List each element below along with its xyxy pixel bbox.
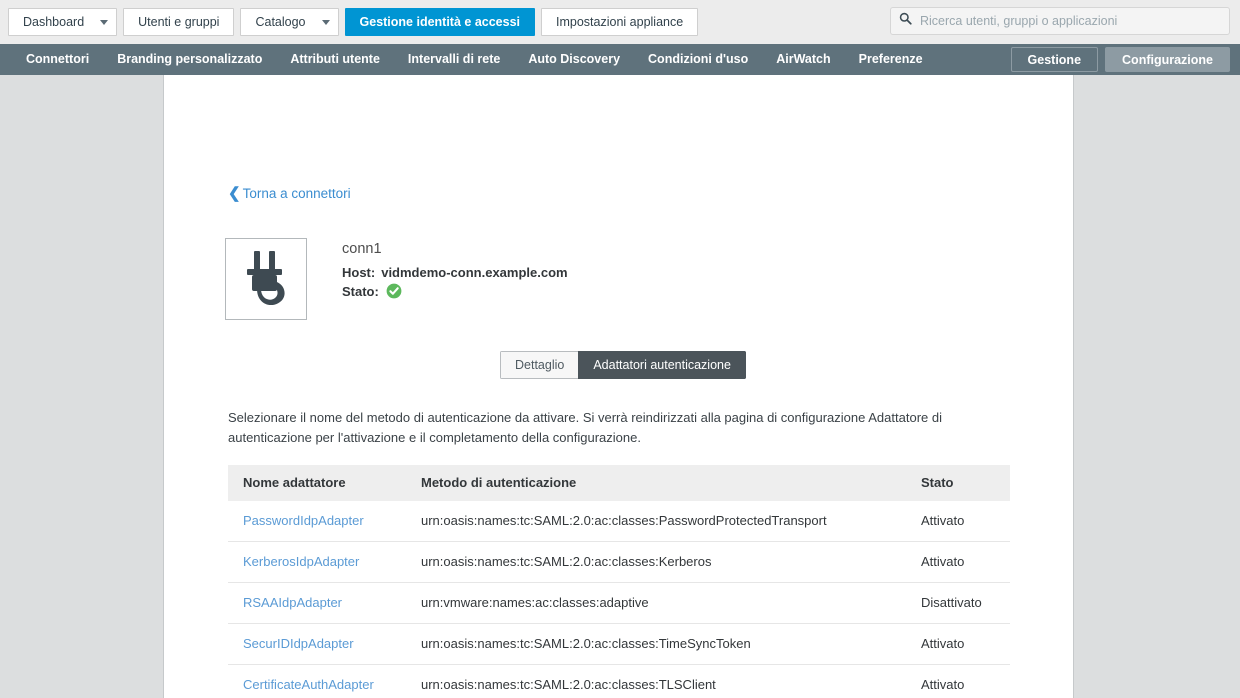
sub-nav-item-6[interactable]: AirWatch [762,44,844,75]
sub-nav-item-2[interactable]: Attributi utente [276,44,394,75]
top-navigation-bar: Dashboard Utenti e gruppi Catalogo Gestione… [0,0,1240,44]
adapter-link[interactable]: SecurIDIdpAdapter [243,636,354,651]
top-nav-tabs: Dashboard Utenti e gruppi Catalogo Gestione… [8,8,704,36]
chevron-down-icon [321,19,330,25]
cell-auth-method: urn:oasis:names:tc:SAML:2.0:ac:classes:P… [406,501,906,542]
cell-adapter-name: CertificateAuthAdapter [228,664,406,698]
top-nav-tab-label: Catalogo [255,15,306,29]
sub-nav-item-3[interactable]: Intervalli di rete [394,44,514,75]
global-search[interactable] [890,7,1230,35]
top-nav-tab-1[interactable]: Utenti e gruppi [123,8,235,36]
adapter-link[interactable]: CertificateAuthAdapter [243,677,374,692]
table-row: PasswordIdpAdapter urn:oasis:names:tc:SAM… [228,501,1010,542]
top-nav-tab-label: Dashboard [23,15,85,29]
sub-nav-item-7[interactable]: Preferenze [845,44,937,75]
connector-summary: conn1 Host: vidmdemo-conn.example.com St… [225,238,568,320]
detail-tab-switcher: Dettaglio Adattatori autenticazione [500,351,746,379]
top-nav-tab-label: Impostazioni appliance [556,15,684,29]
chevron-left-icon: ❮ [228,185,241,202]
cell-state: Attivato [906,623,1010,665]
connector-name: conn1 [342,241,382,257]
adapter-link[interactable]: KerberosIdpAdapter [243,554,359,569]
status-ok-icon [386,283,402,299]
table-row: RSAAIdpAdapter urn:vmware:names:ac:classe… [228,582,1010,624]
sub-nav-items: Connettori Branding personalizzato Attribu… [12,44,937,75]
sub-nav-item-0[interactable]: Connettori [12,44,103,75]
sub-nav-mode-buttons: Gestione Configurazione [1010,47,1230,72]
content-panel: ❮ Torna a connettori conn1 Host: vidmdem… [163,75,1074,698]
table-row: CertificateAuthAdapter urn:oasis:names:tc… [228,664,1010,698]
cell-state: Attivato [906,501,1010,542]
connector-status-label: Stato: [342,283,379,299]
page-body: ❮ Torna a connettori conn1 Host: vidmdem… [0,75,1240,698]
column-header-auth-method: Metodo di autenticazione [406,465,906,501]
cell-adapter-name: SecurIDIdpAdapter [228,623,406,665]
sub-nav-item-5[interactable]: Condizioni d'uso [634,44,762,75]
top-nav-tab-4[interactable]: Impostazioni appliance [541,8,699,36]
chevron-down-icon [100,19,109,25]
back-to-connectors-link[interactable]: ❮ Torna a connettori [228,186,351,201]
cell-state: Disattivato [906,582,1010,624]
top-nav-tab-3[interactable]: Gestione identità e accessi [344,8,536,36]
detail-tab-0[interactable]: Dettaglio [500,351,579,379]
detail-tab-1[interactable]: Adattatori autenticazione [578,351,746,379]
back-link-label: Torna a connettori [242,186,351,201]
connector-icon-box [225,238,307,320]
top-nav-tab-label: Gestione identità e accessi [359,15,521,29]
cell-state: Attivato [906,664,1010,698]
table-header-row: Nome adattatore Metodo di autenticazione… [228,465,1010,501]
table-body: PasswordIdpAdapter urn:oasis:names:tc:SAM… [228,501,1010,698]
table-header: Nome adattatore Metodo di autenticazione… [228,465,1010,501]
connector-host-label: Host: [342,265,376,280]
cell-adapter-name: PasswordIdpAdapter [228,501,406,542]
page-description: Selezionare il nome del metodo di autent… [228,410,942,445]
connector-details: conn1 Host: vidmdemo-conn.example.com St… [342,238,568,302]
top-nav-tab-0[interactable]: Dashboard [8,8,118,36]
sub-nav-item-1[interactable]: Branding personalizzato [103,44,276,75]
cell-state: Attivato [906,541,1010,583]
connector-host-value: vidmdemo-conn.example.com [381,265,568,280]
sub-navigation-bar: Connettori Branding personalizzato Attribu… [0,44,1240,75]
cell-auth-method: urn:oasis:names:tc:SAML:2.0:ac:classes:K… [406,541,906,583]
sub-nav-button-0[interactable]: Gestione [1010,47,1099,72]
cell-auth-method: urn:vmware:names:ac:classes:adaptive [406,582,906,624]
connector-status-row: Stato: [342,283,568,299]
cell-auth-method: urn:oasis:names:tc:SAML:2.0:ac:classes:T… [406,623,906,665]
top-nav-tab-label: Utenti e gruppi [138,15,220,29]
adapter-link[interactable]: PasswordIdpAdapter [243,513,364,528]
cell-adapter-name: RSAAIdpAdapter [228,582,406,624]
search-icon [899,12,918,30]
table-row: SecurIDIdpAdapter urn:oasis:names:tc:SAML… [228,623,1010,665]
sub-nav-item-4[interactable]: Auto Discovery [514,44,634,75]
sub-nav-button-1[interactable]: Configurazione [1105,47,1230,72]
auth-adapters-table: Nome adattatore Metodo di autenticazione… [228,465,1010,698]
top-nav-tab-2[interactable]: Catalogo [240,8,339,36]
search-input[interactable] [918,13,1221,29]
power-plug-icon [239,249,293,310]
cell-adapter-name: KerberosIdpAdapter [228,541,406,583]
column-header-adapter-name: Nome adattatore [228,465,406,501]
adapter-link[interactable]: RSAAIdpAdapter [243,595,342,610]
table-row: KerberosIdpAdapter urn:oasis:names:tc:SAM… [228,541,1010,583]
column-header-state: Stato [906,465,1010,501]
cell-auth-method: urn:oasis:names:tc:SAML:2.0:ac:classes:T… [406,664,906,698]
connector-host-row: Host: vidmdemo-conn.example.com [342,265,568,280]
